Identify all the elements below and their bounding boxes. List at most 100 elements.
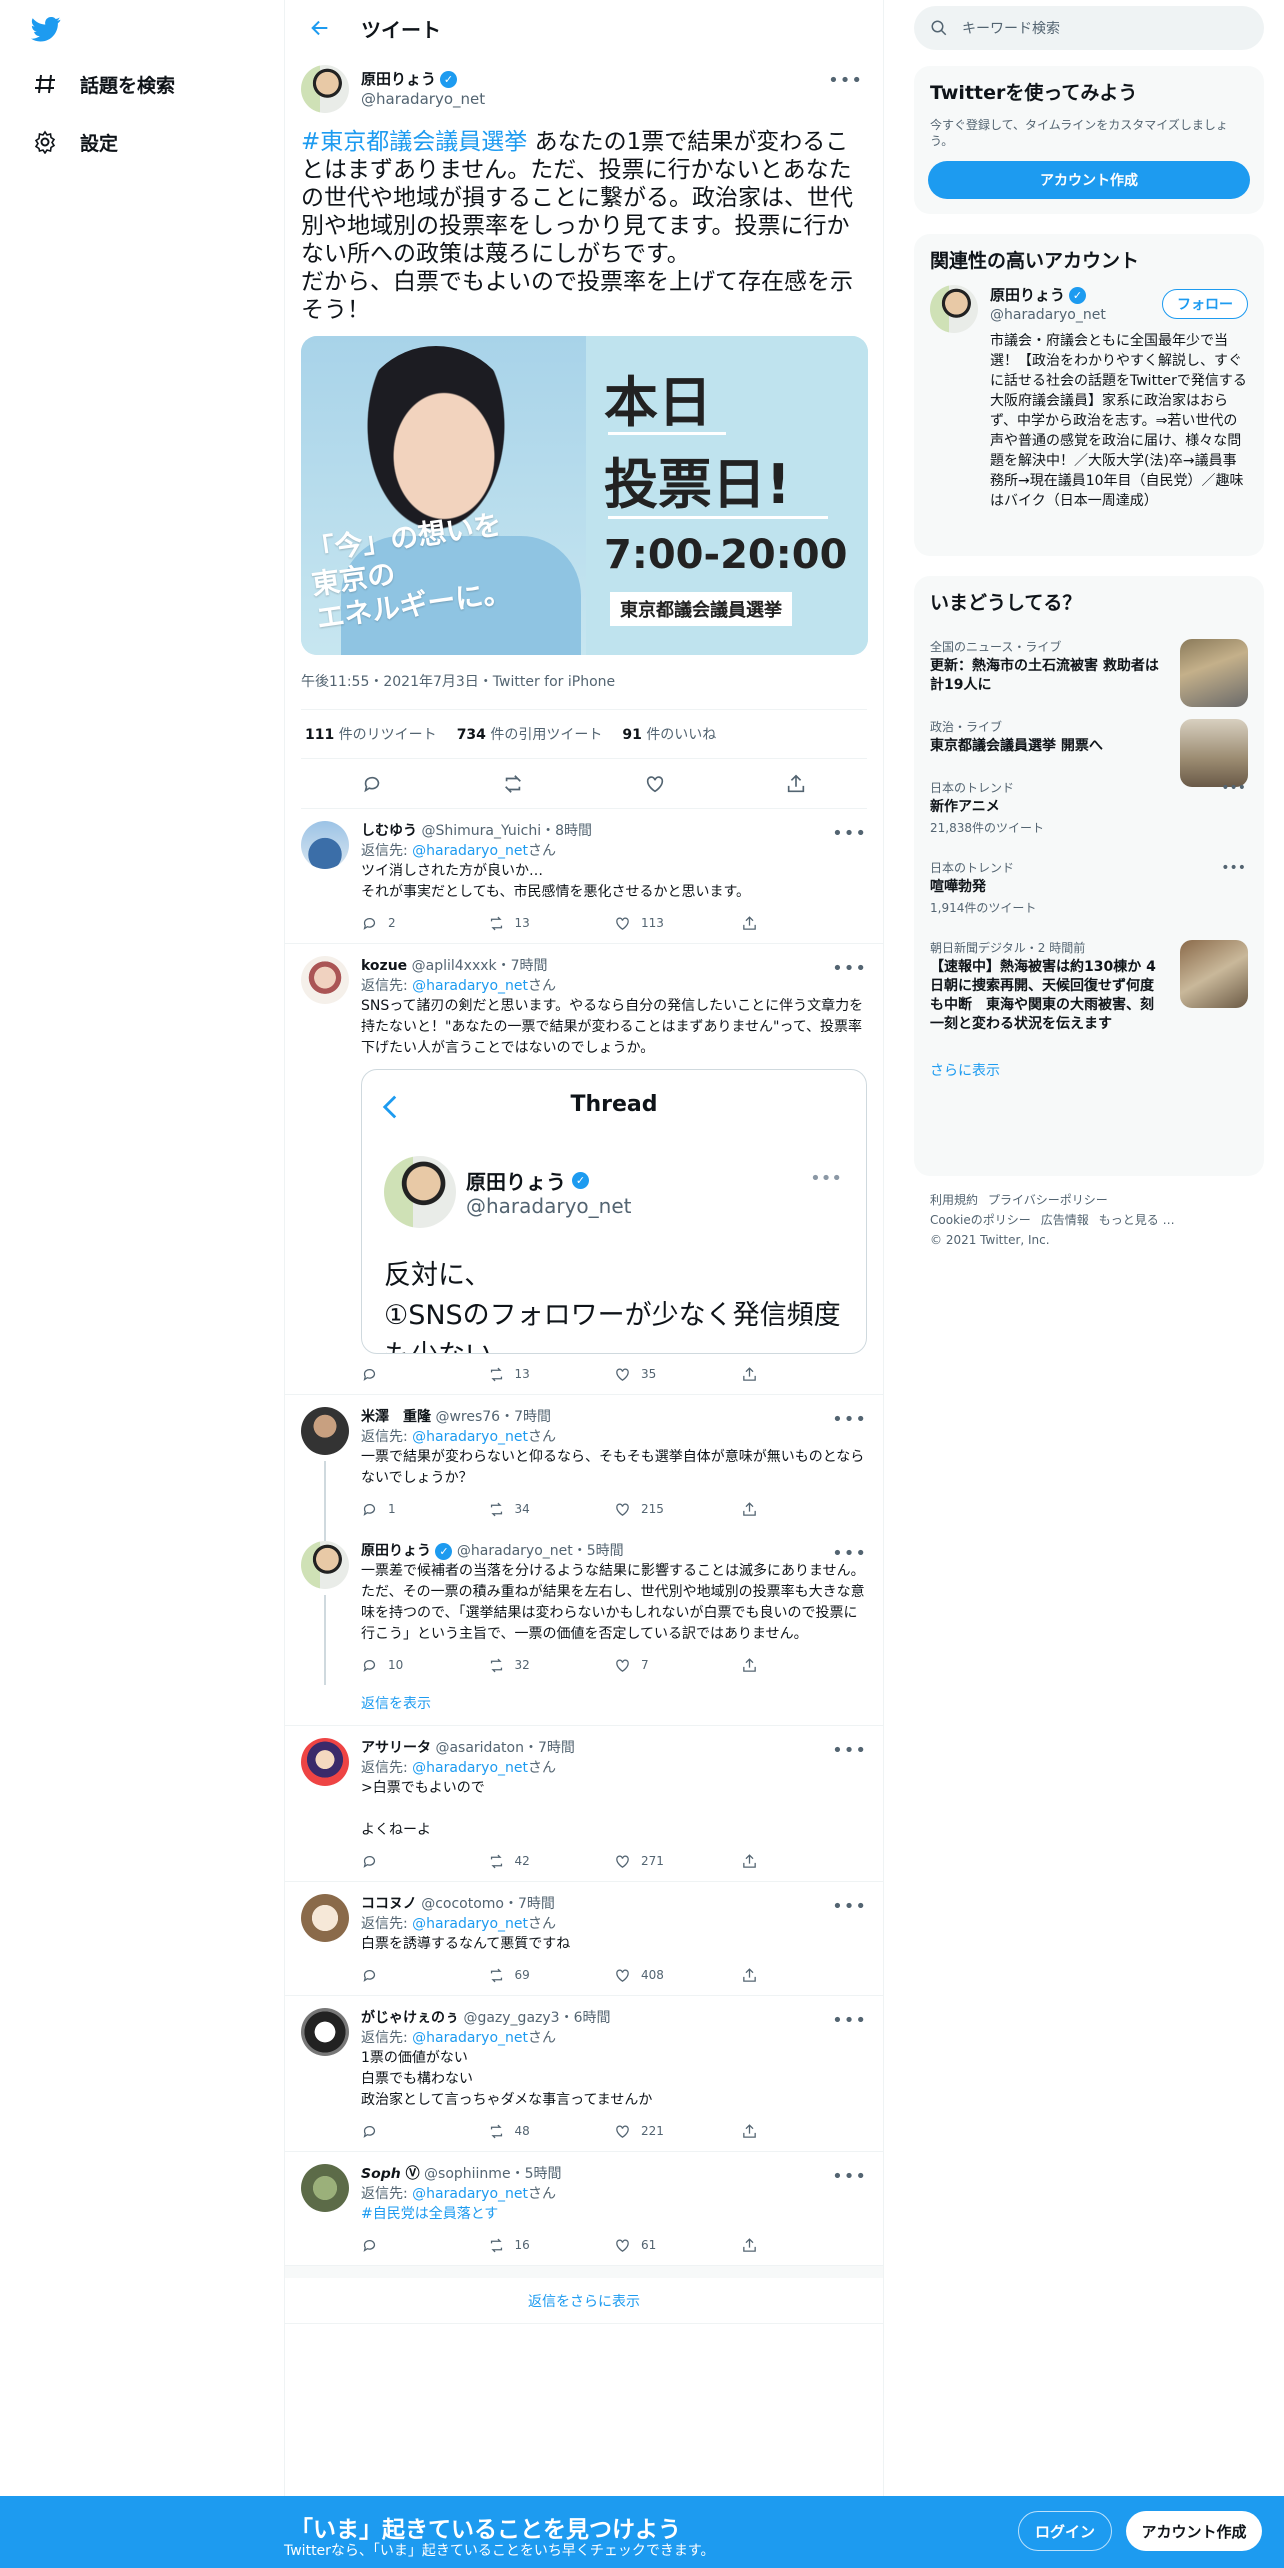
share-icon[interactable] <box>741 2123 758 2140</box>
avatar[interactable] <box>301 65 349 113</box>
reply-tweet[interactable]: ••• 米澤 重隆 @wres76・7時間 返信先: @haradaryo_netさ… <box>285 1395 883 1529</box>
like-icon[interactable] <box>614 915 631 932</box>
tweet-media-image[interactable]: 「今」の想いを 東京の エネルギーに。 本日 投票日! 7:00-20:00 東… <box>301 336 868 655</box>
avatar[interactable] <box>301 1541 349 1589</box>
reply-author-handle[interactable]: @asaridaton <box>435 1740 524 1756</box>
reply-time[interactable]: 8時間 <box>555 823 592 839</box>
retweet-icon[interactable] <box>488 1967 505 1984</box>
reply-time[interactable]: 7時間 <box>518 1896 555 1912</box>
reply-author-name[interactable]: がじゃけぇのぅ <box>361 2010 459 2026</box>
hashtag-link[interactable]: #東京都議会議員選挙 <box>301 129 527 155</box>
share-icon[interactable] <box>741 1853 758 1870</box>
search-box[interactable]: キーワード検索 <box>914 6 1264 50</box>
more-options-icon[interactable]: ••• <box>832 2166 867 2187</box>
twitter-bird-icon[interactable] <box>28 14 64 44</box>
reply-author-handle[interactable]: @gazy_gazy3 <box>463 2010 559 2026</box>
cookie-link[interactable]: Cookieのポリシー <box>930 1213 1031 1227</box>
author-name[interactable]: 原田りょう <box>361 69 436 89</box>
like-icon[interactable] <box>614 1657 631 1674</box>
show-more-replies-button[interactable]: 返信をさらに表示 <box>285 2266 883 2324</box>
retweet-icon[interactable] <box>488 1501 505 1518</box>
like-count[interactable]: 91 件のいいね <box>622 724 716 744</box>
reply-icon[interactable] <box>361 1366 378 1383</box>
avatar[interactable] <box>301 1894 349 1942</box>
share-icon[interactable] <box>741 2237 758 2254</box>
reply-to-link[interactable]: @haradaryo_net <box>412 2030 528 2046</box>
more-options-icon[interactable]: ••• <box>832 958 867 979</box>
share-icon[interactable] <box>785 773 807 795</box>
related-account[interactable]: 原田りょう ✓ @haradaryo_net フォロー 市議会・府議会ともに全国最… <box>914 285 1264 535</box>
reply-author-handle[interactable]: @Shimura_Yuichi <box>421 823 541 839</box>
more-options-icon[interactable]: ••• <box>832 823 867 844</box>
more-options-icon[interactable]: ••• <box>832 1740 867 1761</box>
quote-count[interactable]: 734 件の引用ツイート <box>457 724 603 744</box>
trend-item[interactable]: 朝日新聞デジタル・2 時間前 【速報中】熱海被害は約130棟か 4日朝に捜索再開、… <box>914 928 1264 1046</box>
retweet-icon[interactable] <box>488 1657 505 1674</box>
reply-author-name[interactable]: しむゆう <box>361 823 417 839</box>
reply-author-name[interactable]: 米澤 重隆 <box>361 1409 431 1425</box>
back-arrow-icon[interactable] <box>309 17 331 39</box>
author-handle[interactable]: @haradaryo_net <box>361 89 485 109</box>
reply-author-name[interactable]: ココヌノ <box>361 1896 417 1912</box>
reply-to-link[interactable]: @haradaryo_net <box>412 1916 528 1932</box>
reply-tweet[interactable]: ••• 原田りょう ✓ @haradaryo_net・5時間 一票差で候補者の当落を… <box>285 1529 883 1685</box>
quoted-screenshot[interactable]: Thread 原田りょう ✓ @haradaryo_net ••• 反対に、 ①S… <box>361 1069 867 1354</box>
reply-icon[interactable] <box>361 1657 378 1674</box>
retweet-icon[interactable] <box>488 1366 505 1383</box>
related-name[interactable]: 原田りょう <box>990 285 1065 305</box>
reply-tweet[interactable]: ••• 𝙎𝙤𝙥𝙝 Ⓥ @sophiinme・5時間 返信先: @haradaryo_… <box>285 2152 883 2266</box>
reply-icon[interactable] <box>361 2237 378 2254</box>
reply-author-handle[interactable]: @aplil4xxxk <box>412 958 497 974</box>
reply-icon[interactable] <box>361 915 378 932</box>
trend-item[interactable]: 全国のニュース・ライブ 更新：熱海市の土石流被害 救助者は計19人に <box>914 627 1264 707</box>
reply-to-link[interactable]: @haradaryo_net <box>412 2186 528 2202</box>
avatar[interactable] <box>301 1407 349 1455</box>
avatar[interactable] <box>301 2164 349 2212</box>
signup-button[interactable]: アカウント作成 <box>1126 2511 1262 2551</box>
reply-time[interactable]: 6時間 <box>574 2010 611 2026</box>
avatar[interactable] <box>301 1738 349 1786</box>
show-thread-replies-link[interactable]: 返信を表示 <box>285 1685 883 1726</box>
reply-time[interactable]: 7時間 <box>511 958 548 974</box>
tweet-timestamp[interactable]: 午後11:55・2021年7月3日・Twitter for iPhone <box>301 671 867 693</box>
more-options-icon[interactable]: ••• <box>832 1543 867 1564</box>
nav-settings[interactable]: 設定 <box>32 122 118 162</box>
like-icon[interactable] <box>614 1366 631 1383</box>
reply-tweet[interactable]: ••• アサリータ @asaridaton・7時間 返信先: @haradaryo_… <box>285 1726 883 1882</box>
reply-to-link[interactable]: @haradaryo_net <box>412 1429 528 1445</box>
reply-author-name[interactable]: kozue <box>361 958 407 974</box>
retweet-icon[interactable] <box>488 1853 505 1870</box>
create-account-button[interactable]: アカウント作成 <box>928 161 1250 199</box>
reply-icon[interactable] <box>361 2123 378 2140</box>
more-options-icon[interactable]: ••• <box>1221 860 1246 876</box>
reply-icon[interactable] <box>361 1501 378 1518</box>
reply-time[interactable]: 7時間 <box>514 1409 551 1425</box>
like-icon[interactable] <box>614 1967 631 1984</box>
reply-time[interactable]: 7時間 <box>538 1740 575 1756</box>
reply-tweet[interactable]: ••• ココヌノ @cocotomo・7時間 返信先: @haradaryo_net… <box>285 1882 883 1996</box>
retweet-count[interactable]: 111 件のリツイート <box>305 724 437 744</box>
retweet-icon[interactable] <box>488 2123 505 2140</box>
reply-icon[interactable] <box>361 1853 378 1870</box>
like-icon[interactable] <box>614 1853 631 1870</box>
reply-tweet[interactable]: ••• しむゆう @Shimura_Yuichi・8時間 返信先: @haradar… <box>285 809 883 944</box>
trend-item[interactable]: 日本のトレンド 喧嘩勃発 1,914件のツイート ••• <box>914 848 1264 928</box>
more-options-icon[interactable]: ••• <box>832 2010 867 2031</box>
reply-to-link[interactable]: @haradaryo_net <box>412 978 528 994</box>
reply-author-handle[interactable]: @sophiinme <box>424 2166 511 2182</box>
more-options-icon[interactable]: ••• <box>832 1409 867 1430</box>
reply-tweet[interactable]: ••• kozue @aplil4xxxk・7時間 返信先: @haradaryo_… <box>285 944 883 1395</box>
avatar[interactable] <box>301 2008 349 2056</box>
more-link[interactable]: もっと見る … <box>1099 1213 1175 1227</box>
nav-explore[interactable]: 話題を検索 <box>32 64 175 104</box>
share-icon[interactable] <box>741 915 758 932</box>
avatar[interactable] <box>301 956 349 1004</box>
more-options-icon[interactable]: ••• <box>832 1896 867 1917</box>
reply-author-handle[interactable]: @haradaryo_net <box>457 1543 573 1559</box>
trend-item[interactable]: 政治・ライブ 東京都議会議員選挙 開票へ <box>914 707 1264 787</box>
more-options-icon[interactable]: ••• <box>828 70 863 91</box>
share-icon[interactable] <box>741 1657 758 1674</box>
privacy-link[interactable]: プライバシーポリシー <box>988 1193 1108 1207</box>
reply-author-name[interactable]: 原田りょう <box>361 1543 431 1559</box>
follow-button[interactable]: フォロー <box>1162 289 1248 319</box>
